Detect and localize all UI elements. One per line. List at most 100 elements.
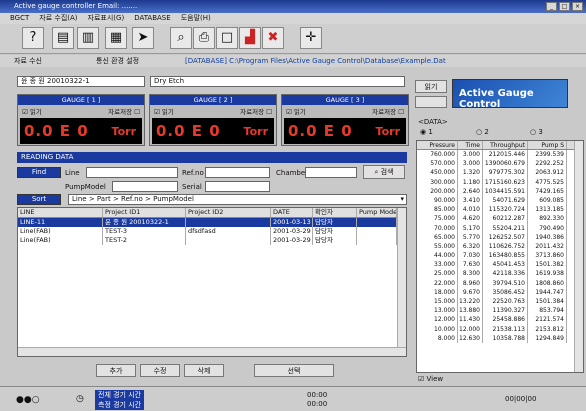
chart-icon[interactable]: ▟ [239, 27, 261, 49]
radio-3[interactable]: ○ 3 [530, 128, 543, 136]
table-row[interactable]: Line(FAB) TEST-3 dfsdfasd 2001-03-29 담당자 [18, 227, 406, 236]
data-row[interactable]: 25.000 8.300 42118.336 1619.938 [417, 269, 583, 279]
chamber-input[interactable] [305, 167, 357, 178]
grid-header: LINE Project ID1 Project ID2 DATE 확인자 Pu… [18, 208, 406, 218]
chevron-down-icon: ▾ [400, 195, 404, 203]
save-checkbox[interactable]: 자료저장 ☐ [372, 106, 404, 116]
menu-help[interactable]: 도움말(H) [181, 13, 211, 24]
read-checkbox[interactable]: ☑ 읽기 [22, 106, 42, 116]
column-pump[interactable]: Pump Model [357, 208, 397, 217]
path-bar: 자료 수신 통신 환경 설정 [DATABASE] C:\Program Fil… [0, 55, 586, 67]
data-row[interactable]: 22.000 8.960 39794.510 1808.860 [417, 278, 583, 288]
receive-tab[interactable]: 자료 수신 [14, 55, 42, 67]
close-icon[interactable]: × [572, 2, 583, 11]
title-bar: Active gauge controller Email: ....... _… [0, 0, 586, 13]
vertical-scrollbar[interactable] [397, 208, 406, 356]
disabled-button [415, 96, 447, 108]
data-row[interactable]: 70.000 5.170 55204.211 790.490 [417, 223, 583, 233]
gauge-display: 0.0 E 0 Torr [152, 118, 274, 144]
vertical-scrollbar[interactable] [574, 141, 583, 372]
find-button[interactable]: Find [17, 167, 61, 178]
menu-display[interactable]: 자료표시(G) [88, 13, 125, 24]
menu-bgct[interactable]: BGCT [10, 13, 29, 24]
data-row[interactable]: 10.000 12.000 21538.113 2153.812 [417, 324, 583, 334]
gauge-title: GAUGE [ 2 ] [150, 95, 276, 105]
crosshair-icon[interactable]: ✛ [300, 27, 322, 49]
data-row[interactable]: 12.000 11.430 25458.886 2121.574 [417, 315, 583, 325]
comm-settings-tab[interactable]: 통신 환경 설정 [96, 55, 139, 67]
total-time-value: 00:00 [307, 391, 328, 399]
toolbar: ? ▤ ▥ ▦ ➤ ⌕ ⎙ □ ▟ ✖ ✛ [0, 24, 586, 54]
read-button[interactable]: 읽기 [415, 80, 447, 93]
data-row[interactable]: 8.000 12.630 10358.788 1294.849 [417, 333, 583, 343]
select-button[interactable]: 선택 [254, 364, 334, 377]
menu-collect[interactable]: 자료 수집(A) [39, 13, 77, 24]
data-label: <DATA> [418, 118, 448, 126]
measure-time-value: 00:00 [307, 400, 328, 408]
minimize-icon[interactable]: _ [546, 2, 557, 11]
edit-button[interactable]: 수정 [140, 364, 180, 377]
data-row[interactable]: 300.000 1.180 1715160.623 4775.525 [417, 177, 583, 187]
data-row[interactable]: 33.000 7.630 45041.453 1501.382 [417, 260, 583, 270]
column-id2[interactable]: Project ID2 [186, 208, 271, 217]
table-row[interactable]: Line(FAB) TEST-2 2001-03-29 담당자 [18, 236, 406, 245]
data-row[interactable]: 65.000 5.770 126252.507 1940.386 [417, 232, 583, 242]
data-row[interactable]: 18.000 9.670 35086.452 1944.747 [417, 287, 583, 297]
process-field[interactable]: Dry Etch [150, 76, 405, 87]
column-line[interactable]: LINE [18, 208, 103, 217]
radio-1[interactable]: ◉ 1 [420, 128, 433, 136]
save-checkbox[interactable]: 자료저장 ☐ [108, 106, 140, 116]
help-icon[interactable]: ? [22, 27, 44, 49]
sort-button[interactable]: Sort [17, 194, 61, 205]
search-button[interactable]: ⌕ 검색 [363, 165, 405, 179]
pumpmodel-input[interactable] [112, 181, 178, 192]
read-checkbox[interactable]: ☑ 읽기 [286, 106, 306, 116]
column-id1[interactable]: Project ID1 [103, 208, 186, 217]
data-row[interactable]: 13.000 13.880 11390.327 853.794 [417, 306, 583, 316]
data-row[interactable]: 85.000 4.010 115320.724 1313.185 [417, 205, 583, 215]
read-checkbox[interactable]: ☑ 읽기 [154, 106, 174, 116]
serial-label: Serial [182, 183, 202, 191]
display-icon[interactable]: □ [216, 27, 238, 49]
add-button[interactable]: 추가 [96, 364, 136, 377]
column-checker[interactable]: 확인자 [313, 208, 357, 217]
database-icon[interactable]: ▤ [52, 27, 74, 49]
data-row[interactable]: 450.000 1.320 979775.302 2063.912 [417, 168, 583, 178]
data-row[interactable]: 570.000 3.000 1390060.679 2292.252 [417, 159, 583, 169]
close-icon[interactable]: ✖ [262, 27, 284, 49]
sort-select[interactable]: Line > Part > Ref.no > PumpModel ▾ [68, 194, 407, 205]
status-dots: ●●○ [16, 395, 40, 405]
gauge-panel-1: GAUGE [ 1 ] ☑ 읽기 자료저장 ☐ 0.0 E 0 Torr [17, 94, 145, 146]
delete-button[interactable]: 삭제 [184, 364, 224, 377]
project-name-field[interactable]: 윤 종 원 20010322-1 [17, 76, 145, 87]
horizontal-scrollbar[interactable] [18, 347, 406, 356]
data-row[interactable]: 15.000 13.220 22520.763 1501.384 [417, 297, 583, 307]
save-checkbox[interactable]: 자료저장 ☐ [240, 106, 272, 116]
data-row[interactable]: 200.000 2.640 1034415.591 7429.165 [417, 186, 583, 196]
gauge-display: 0.0 E 0 Torr [20, 118, 142, 144]
maximize-icon[interactable]: □ [559, 2, 570, 11]
gauge-panel-2: GAUGE [ 2 ] ☑ 읽기 자료저장 ☐ 0.0 E 0 Torr [149, 94, 277, 146]
export-icon[interactable]: ➤ [132, 27, 154, 49]
view-checkbox[interactable]: ☑ View [418, 375, 443, 383]
data-row[interactable]: 90.000 3.410 54071.629 609.085 [417, 195, 583, 206]
menu-database[interactable]: DATABASE [134, 13, 171, 24]
data-row[interactable]: 75.000 4.620 60212.287 892.330 [417, 214, 583, 224]
data-row[interactable]: 55.000 6.320 110626.752 2011.432 [417, 241, 583, 252]
document-icon[interactable]: ▦ [105, 27, 127, 49]
print-icon[interactable]: ⎙ [193, 27, 215, 49]
gauge-title: GAUGE [ 1 ] [18, 95, 144, 105]
table-row[interactable]: LINE-11 윤 종 원 20010322-1 2001-03-13 담당자 [18, 218, 406, 227]
column-date[interactable]: DATE [271, 208, 313, 217]
data-row[interactable]: 760.000 3.000 212015.446 2399.539 [417, 150, 583, 160]
gauge-panel-3: GAUGE [ 3 ] ☑ 읽기 자료저장 ☐ 0.0 E 0 Torr [281, 94, 409, 146]
data-row[interactable]: 44.000 7.030 163480.855 3713.860 [417, 251, 583, 261]
line-input[interactable] [86, 167, 178, 178]
sheet-icon[interactable]: ▥ [77, 27, 99, 49]
search-icon[interactable]: ⌕ [170, 27, 192, 49]
radio-2[interactable]: ○ 2 [476, 128, 489, 136]
serial-input[interactable] [205, 181, 270, 192]
window-title: Active gauge controller Email: ....... [14, 2, 138, 10]
refno-input[interactable] [205, 167, 270, 178]
gauge-display: 0.0 E 0 Torr [284, 118, 406, 144]
